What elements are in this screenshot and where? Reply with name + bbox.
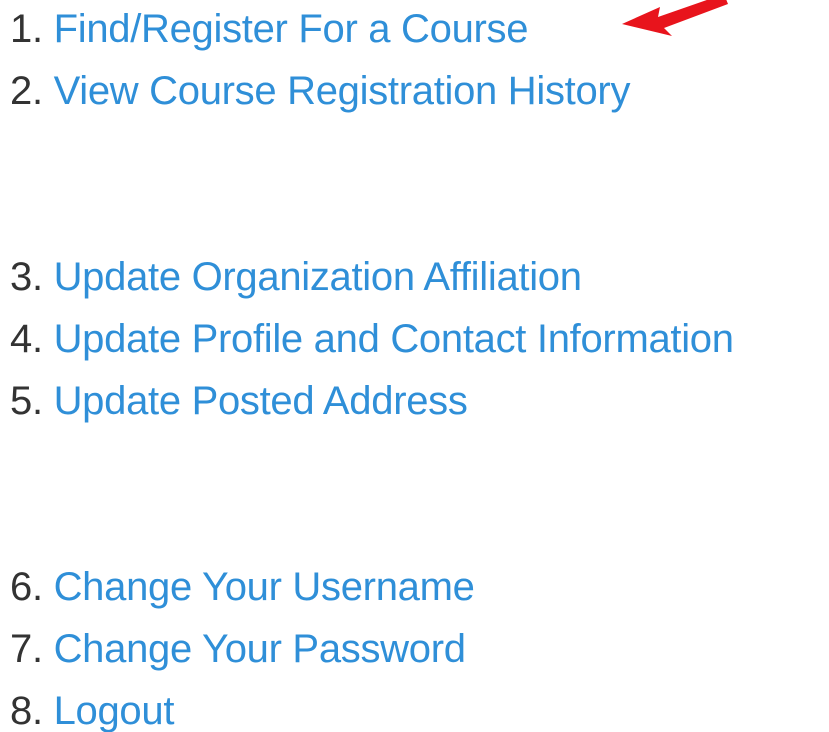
menu-item-registration-history: 2. View Course Registration History xyxy=(10,64,630,118)
menu-item-change-password: 7. Change Your Password xyxy=(10,622,466,676)
menu-item-find-register-course: 1. Find/Register For a Course xyxy=(10,2,529,56)
red-arrow-icon xyxy=(622,0,728,36)
account-menu-list: 1. Find/Register For a Course 2. View Co… xyxy=(0,0,829,732)
change-password-link[interactable]: Change Your Password xyxy=(54,627,466,671)
menu-item-number: 5. xyxy=(10,379,43,423)
menu-item-number: 8. xyxy=(10,689,43,732)
menu-item-number: 4. xyxy=(10,317,43,361)
menu-item-logout: 8. Logout xyxy=(10,684,174,732)
organization-affiliation-link[interactable]: Update Organization Affiliation xyxy=(54,255,582,299)
logout-link[interactable]: Logout xyxy=(54,689,175,732)
menu-item-organization-affiliation: 3. Update Organization Affiliation xyxy=(10,250,582,304)
find-register-course-link[interactable]: Find/Register For a Course xyxy=(54,7,529,51)
menu-item-change-username: 6. Change Your Username xyxy=(10,560,475,614)
menu-item-number: 2. xyxy=(10,69,43,113)
registration-history-link[interactable]: View Course Registration History xyxy=(54,69,631,113)
menu-item-number: 1. xyxy=(10,7,43,51)
menu-item-number: 7. xyxy=(10,627,43,671)
menu-item-profile-contact: 4. Update Profile and Contact Informatio… xyxy=(10,312,734,366)
menu-item-number: 6. xyxy=(10,565,43,609)
posted-address-link[interactable]: Update Posted Address xyxy=(54,379,468,423)
red-arrow-shape xyxy=(622,0,728,36)
change-username-link[interactable]: Change Your Username xyxy=(54,565,475,609)
menu-item-number: 3. xyxy=(10,255,43,299)
profile-contact-link[interactable]: Update Profile and Contact Information xyxy=(54,317,734,361)
menu-item-posted-address: 5. Update Posted Address xyxy=(10,374,468,428)
